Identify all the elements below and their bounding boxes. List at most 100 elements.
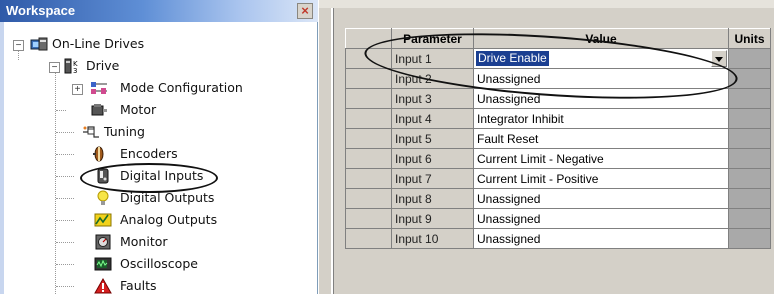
tree-item-digital-outputs[interactable]: Digital Outputs bbox=[0, 187, 300, 209]
row-header-corner bbox=[345, 28, 392, 49]
value-cell[interactable]: Current Limit - Negative bbox=[473, 148, 729, 169]
row-header[interactable] bbox=[345, 148, 392, 169]
parameter-cell: Input 9 bbox=[391, 208, 474, 229]
units-cell bbox=[728, 208, 771, 229]
units-cell bbox=[728, 88, 771, 109]
panel-top-strip bbox=[319, 0, 774, 8]
mode-configuration-icon bbox=[91, 82, 107, 94]
table-row[interactable]: Input 2 Unassigned bbox=[345, 68, 771, 89]
tree-item-encoders[interactable]: Encoders bbox=[0, 143, 300, 165]
panel-splitter-shadow bbox=[333, 8, 334, 294]
parameter-column-header[interactable]: Parameter bbox=[391, 28, 474, 49]
value-dropdown[interactable]: Drive Enable bbox=[475, 50, 728, 68]
tuning-icon bbox=[83, 126, 99, 138]
workspace-title-bar: Workspace bbox=[0, 0, 318, 22]
faults-icon bbox=[94, 278, 112, 294]
dropdown-selected-value[interactable]: Drive Enable bbox=[476, 51, 549, 66]
table-row[interactable]: Input 5 Fault Reset bbox=[345, 128, 771, 149]
parameter-grid: Parameter Value Units Input 1 Drive Enab… bbox=[345, 28, 771, 249]
online-drives-icon bbox=[30, 37, 48, 51]
row-header[interactable] bbox=[345, 228, 392, 249]
row-header[interactable] bbox=[345, 88, 392, 109]
tree-item-digital-inputs[interactable]: Digital Inputs bbox=[0, 165, 300, 187]
svg-text:3: 3 bbox=[73, 67, 77, 74]
parameter-cell: Input 4 bbox=[391, 108, 474, 129]
table-row[interactable]: Input 1 Drive Enable bbox=[345, 48, 771, 69]
value-column-header[interactable]: Value bbox=[473, 28, 729, 49]
table-row[interactable]: Input 7 Current Limit - Positive bbox=[345, 168, 771, 189]
units-cell bbox=[728, 128, 771, 149]
row-header[interactable] bbox=[345, 68, 392, 89]
units-cell bbox=[728, 108, 771, 129]
value-cell[interactable]: Unassigned bbox=[473, 228, 729, 249]
tree-item-label: On-Line Drives bbox=[52, 36, 145, 51]
tree-item-label: Digital Outputs bbox=[120, 190, 215, 205]
row-header[interactable] bbox=[345, 168, 392, 189]
value-cell[interactable]: Integrator Inhibit bbox=[473, 108, 729, 129]
oscilloscope-icon bbox=[94, 257, 112, 271]
drive-icon: K 3 bbox=[64, 58, 78, 74]
units-cell bbox=[728, 188, 771, 209]
tree-item-label: Analog Outputs bbox=[120, 212, 218, 227]
value-cell[interactable]: Unassigned bbox=[473, 208, 729, 229]
tree-item-motor[interactable]: Motor bbox=[0, 99, 300, 121]
table-row[interactable]: Input 6 Current Limit - Negative bbox=[345, 148, 771, 169]
value-cell[interactable]: Current Limit - Positive bbox=[473, 168, 729, 189]
value-cell[interactable]: Unassigned bbox=[473, 188, 729, 209]
tree-item-label: Faults bbox=[120, 278, 157, 293]
tree-item-monitor[interactable]: Monitor bbox=[0, 231, 300, 253]
chevron-down-icon[interactable] bbox=[711, 50, 727, 67]
parameter-cell: Input 1 bbox=[391, 48, 474, 69]
close-icon[interactable]: × bbox=[297, 3, 313, 19]
row-header[interactable] bbox=[345, 108, 392, 129]
tree-item-label: Digital Inputs bbox=[120, 168, 204, 183]
parameter-cell: Input 7 bbox=[391, 168, 474, 189]
parameter-cell: Input 6 bbox=[391, 148, 474, 169]
parameter-cell: Input 3 bbox=[391, 88, 474, 109]
tree-item-online-drives[interactable]: On-Line Drives bbox=[0, 33, 300, 55]
parameter-cell: Input 8 bbox=[391, 188, 474, 209]
workspace-title: Workspace bbox=[6, 3, 76, 18]
units-column-header[interactable]: Units bbox=[728, 28, 771, 49]
table-row[interactable]: Input 9 Unassigned bbox=[345, 208, 771, 229]
tree-item-faults[interactable]: Faults bbox=[0, 275, 300, 294]
analog-outputs-icon bbox=[94, 213, 112, 227]
units-cell bbox=[728, 228, 771, 249]
monitor-icon bbox=[95, 234, 111, 250]
parameter-cell: Input 2 bbox=[391, 68, 474, 89]
tree-item-label: Motor bbox=[120, 102, 157, 117]
motor-icon bbox=[91, 104, 107, 116]
parameter-cell: Input 5 bbox=[391, 128, 474, 149]
tree-item-mode-configuration[interactable]: Mode Configuration bbox=[0, 77, 300, 99]
parameter-cell: Input 10 bbox=[391, 228, 474, 249]
tree-item-oscilloscope[interactable]: Oscilloscope bbox=[0, 253, 300, 275]
row-header[interactable] bbox=[345, 208, 392, 229]
row-header[interactable] bbox=[345, 188, 392, 209]
units-cell bbox=[728, 168, 771, 189]
value-cell[interactable]: Drive Enable bbox=[473, 48, 729, 69]
encoders-icon bbox=[93, 146, 104, 162]
tree-item-label: Oscilloscope bbox=[120, 256, 198, 271]
digital-outputs-icon bbox=[97, 190, 109, 205]
table-row[interactable]: Input 3 Unassigned bbox=[345, 88, 771, 109]
units-cell bbox=[728, 48, 771, 69]
table-row[interactable]: Input 10 Unassigned bbox=[345, 228, 771, 249]
tree-item-label: Mode Configuration bbox=[120, 80, 243, 95]
value-cell[interactable]: Unassigned bbox=[473, 88, 729, 109]
workspace-panel: Workspace × − On-Line Drives − K 3 Drive… bbox=[0, 0, 318, 294]
value-cell[interactable]: Fault Reset bbox=[473, 128, 729, 149]
tree-item-label: Monitor bbox=[120, 234, 168, 249]
units-cell bbox=[728, 148, 771, 169]
table-row[interactable]: Input 4 Integrator Inhibit bbox=[345, 108, 771, 129]
tree-item-label: Encoders bbox=[120, 146, 178, 161]
value-cell[interactable]: Unassigned bbox=[473, 68, 729, 89]
tree-item-label: Drive bbox=[86, 58, 120, 73]
table-row[interactable]: Input 8 Unassigned bbox=[345, 188, 771, 209]
tree-item-tuning[interactable]: Tuning bbox=[0, 121, 300, 143]
tree-item-label: Tuning bbox=[104, 124, 145, 139]
units-cell bbox=[728, 68, 771, 89]
row-header[interactable] bbox=[345, 128, 392, 149]
tree-item-drive[interactable]: K 3 Drive bbox=[0, 55, 300, 77]
row-header[interactable] bbox=[345, 48, 392, 69]
tree-item-analog-outputs[interactable]: Analog Outputs bbox=[0, 209, 300, 231]
